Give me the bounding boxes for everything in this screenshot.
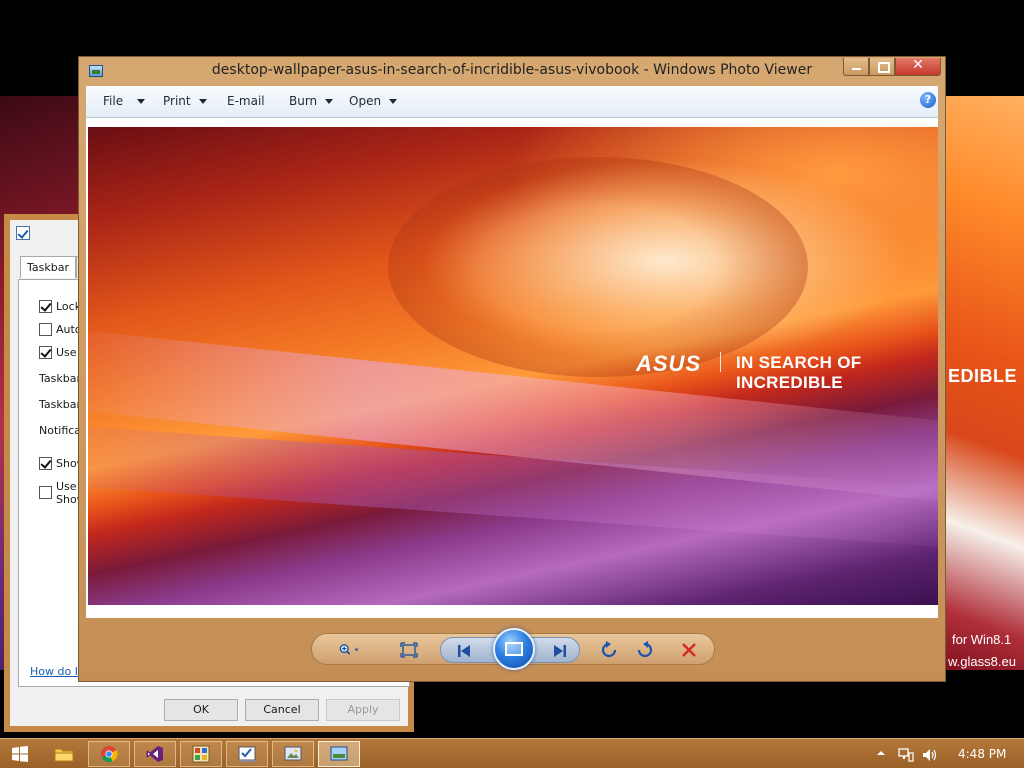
delete-icon[interactable] xyxy=(678,640,700,660)
photo-image[interactable]: ASUS IN SEARCH OF INCREDIBLE xyxy=(88,127,938,605)
help-icon[interactable]: ? xyxy=(920,92,936,108)
menu-file[interactable]: File xyxy=(103,94,123,108)
next-icon[interactable] xyxy=(549,641,571,661)
desktop: EDIBLE for Win8.1 w.glass8.eu TaskbarN L… xyxy=(0,0,1024,738)
image-viewport: ASUS IN SEARCH OF INCREDIBLE xyxy=(86,118,938,618)
playback-controls xyxy=(311,628,715,670)
slideshow-icon xyxy=(505,642,523,656)
photo-shading xyxy=(388,157,808,377)
window-title: desktop-wallpaper-asus-in-search-of-incr… xyxy=(211,62,813,78)
chevron-down-icon[interactable] xyxy=(389,99,397,104)
volume-icon[interactable] xyxy=(922,748,938,762)
chevron-down-icon[interactable] xyxy=(199,99,207,104)
slideshow-button[interactable] xyxy=(493,628,535,670)
visual-studio-icon[interactable] xyxy=(134,741,176,767)
image-app-icon[interactable] xyxy=(272,741,314,767)
chrome-icon[interactable] xyxy=(88,741,130,767)
menu-open[interactable]: Open xyxy=(349,94,381,108)
zoom-icon[interactable] xyxy=(338,640,370,660)
taskbar-properties-icon xyxy=(16,226,30,240)
taskbar-properties-icon[interactable] xyxy=(226,741,268,767)
app-icon[interactable] xyxy=(180,741,222,767)
ok-button[interactable]: OK xyxy=(164,699,238,721)
network-icon[interactable] xyxy=(898,748,914,762)
previous-icon[interactable] xyxy=(453,641,475,661)
title-bar[interactable]: desktop-wallpaper-asus-in-search-of-incr… xyxy=(79,57,945,85)
photo-tagline: IN SEARCH OF INCREDIBLE xyxy=(736,353,862,392)
chevron-down-icon[interactable] xyxy=(137,99,145,104)
photo-viewer-window: desktop-wallpaper-asus-in-search-of-incr… xyxy=(78,56,946,682)
maximize-button[interactable] xyxy=(869,58,895,76)
checkbox-unchecked[interactable] xyxy=(39,323,52,336)
rotate-left-icon[interactable] xyxy=(599,640,621,660)
rotate-right-icon[interactable] xyxy=(633,640,655,660)
apply-button[interactable]: Apply xyxy=(326,699,400,721)
close-icon: ✕ xyxy=(912,57,924,73)
checkbox-checked[interactable] xyxy=(39,346,52,359)
asus-logo: ASUS xyxy=(636,351,702,376)
show-hidden-icons-icon[interactable] xyxy=(876,748,886,758)
menu-print[interactable]: Print xyxy=(163,94,191,108)
menu-email[interactable]: E-mail xyxy=(227,94,265,108)
checkbox-unchecked[interactable] xyxy=(39,486,52,499)
photo-viewer-icon[interactable] xyxy=(318,741,360,767)
close-button[interactable]: ✕ xyxy=(895,57,941,76)
file-explorer-icon[interactable] xyxy=(44,741,84,767)
checkbox-checked[interactable] xyxy=(39,300,52,313)
start-icon[interactable] xyxy=(0,741,40,767)
checkbox-checked[interactable] xyxy=(39,457,52,470)
chevron-down-icon[interactable] xyxy=(325,99,333,104)
menu-bar: File Print E-mail Burn Open ? xyxy=(86,86,938,118)
actual-size-icon[interactable] xyxy=(398,640,420,660)
wallpaper-url: w.glass8.eu xyxy=(948,654,1016,669)
wallpaper-text: EDIBLE xyxy=(948,366,1018,386)
wallpaper-caption: for Win8.1 xyxy=(952,632,1012,647)
taskbar: 4:48 PM xyxy=(0,738,1024,768)
minimize-button[interactable] xyxy=(843,58,869,76)
cancel-button[interactable]: Cancel xyxy=(245,699,319,721)
menu-burn[interactable]: Burn xyxy=(289,94,317,108)
tab-taskbar[interactable]: Taskbar xyxy=(20,256,76,278)
clock[interactable]: 4:48 PM xyxy=(958,747,1006,761)
logo-separator xyxy=(720,352,721,372)
help-link[interactable]: How do I xyxy=(30,665,78,678)
